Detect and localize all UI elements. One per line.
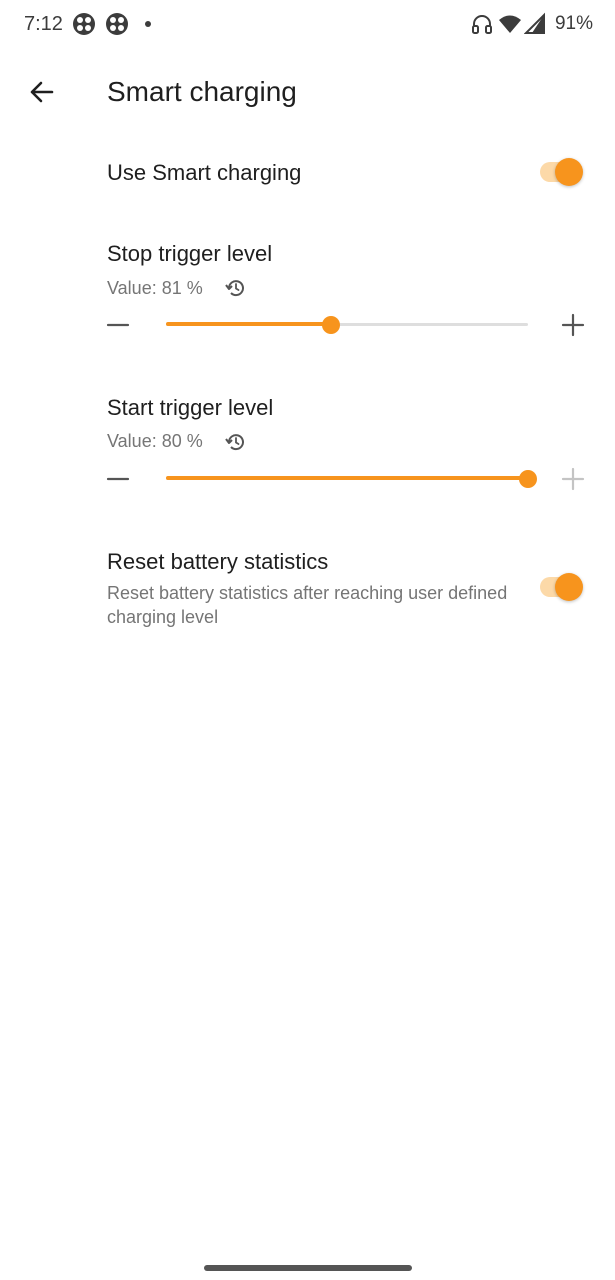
slider-track-fill — [166, 476, 528, 480]
app-bar: Smart charging — [0, 60, 615, 124]
gesture-nav-bar[interactable] — [204, 1265, 412, 1271]
battery-percent: 91% — [554, 13, 593, 34]
reset-battery-stats-description: Reset battery statistics after reaching … — [107, 583, 508, 627]
back-button[interactable] — [22, 72, 62, 112]
status-bar: 7:12 91% — [0, 0, 615, 52]
use-smart-charging-label: Use Smart charging — [107, 160, 302, 185]
switch-thumb — [555, 573, 583, 601]
reset-battery-stats-label: Reset battery statistics — [107, 549, 329, 574]
slider-thumb[interactable] — [321, 316, 340, 334]
status-time: 7:12 — [24, 13, 63, 35]
slider-track-fill — [166, 322, 331, 326]
start-trigger-decrease-button[interactable] — [101, 462, 135, 496]
notification-dot-icon — [145, 21, 151, 27]
arrow-back-icon — [30, 81, 54, 103]
reset-history-icon[interactable] — [223, 276, 247, 300]
stop-trigger-slider[interactable] — [166, 310, 528, 340]
reset-history-icon[interactable] — [223, 430, 247, 454]
stop-trigger-increase-button[interactable] — [556, 308, 590, 342]
reset-battery-stats-switch[interactable] — [538, 571, 588, 603]
start-trigger-increase-button[interactable] — [556, 462, 590, 496]
grid-app-icon — [73, 13, 95, 35]
start-trigger-value: Value: 80 % — [107, 431, 203, 451]
headphones-icon — [472, 15, 492, 34]
start-trigger-slider[interactable] — [166, 464, 537, 494]
use-smart-charging-switch[interactable] — [538, 156, 588, 188]
stop-trigger-decrease-button[interactable] — [101, 308, 135, 342]
wifi-icon — [499, 15, 521, 33]
stop-trigger-label: Stop trigger level — [107, 241, 273, 266]
stop-trigger-value: Value: 81 % — [107, 278, 203, 298]
grid-app-icon — [106, 13, 128, 35]
switch-thumb — [555, 158, 583, 186]
start-trigger-label: Start trigger level — [107, 395, 274, 420]
cell-signal-icon — [524, 12, 545, 34]
page-title: Smart charging — [107, 76, 297, 107]
slider-thumb[interactable] — [519, 470, 537, 488]
